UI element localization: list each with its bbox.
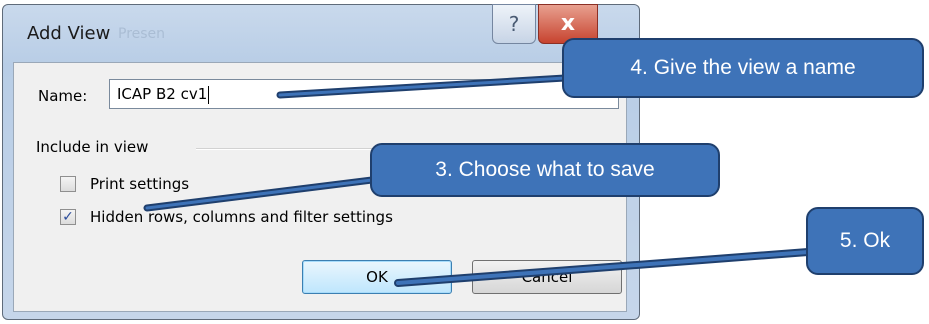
connector-step3-inner: [145, 178, 374, 210]
connector-step4-inner: [278, 76, 567, 97]
callout-step-4: 4. Give the view a name: [562, 38, 924, 98]
callout-step-5: 5. Ok: [806, 207, 924, 275]
connector-step5-inner: [396, 250, 810, 285]
callout-step-3: 3. Choose what to save: [370, 143, 720, 197]
